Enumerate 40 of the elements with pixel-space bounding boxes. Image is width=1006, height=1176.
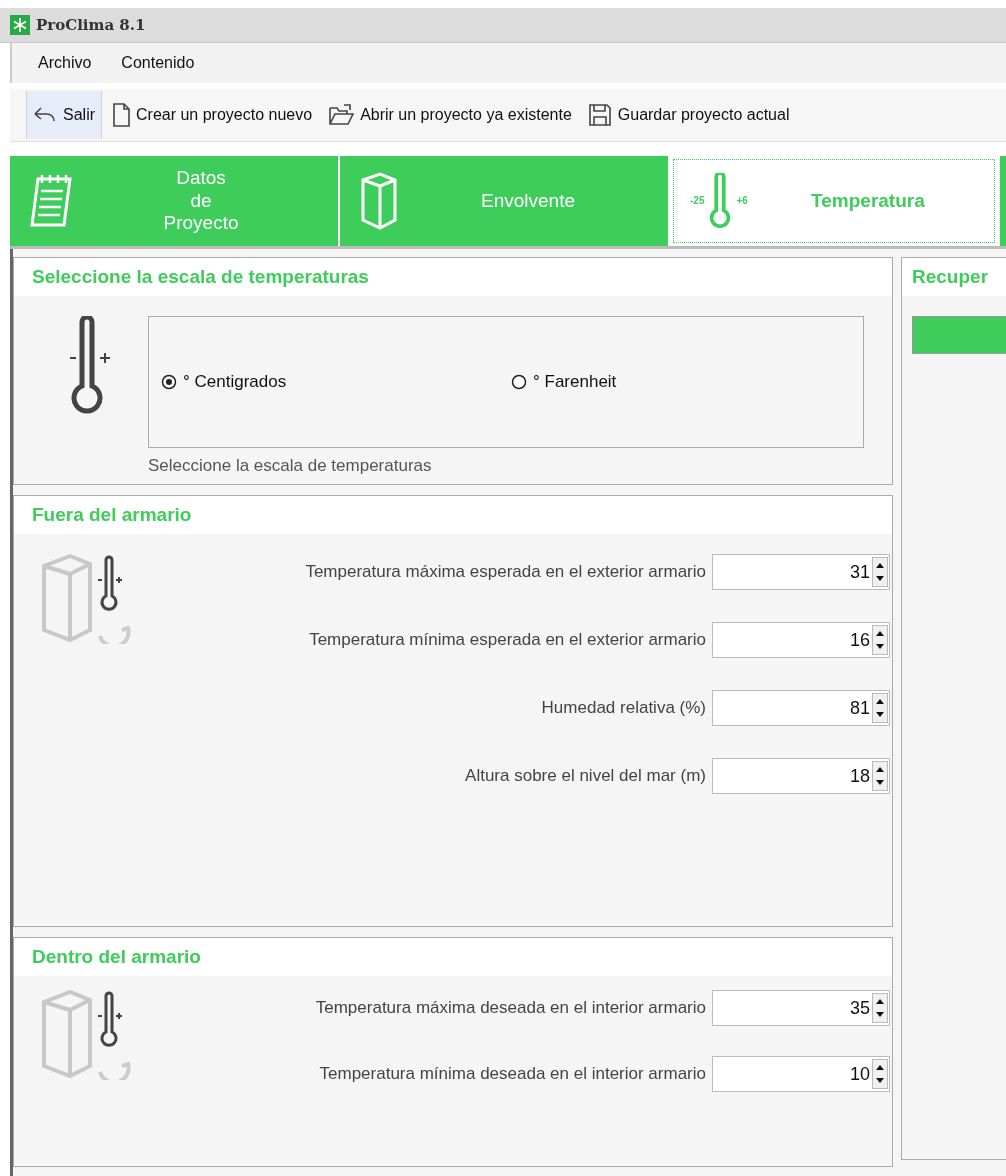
spin-arrows-icon[interactable] (872, 993, 888, 1023)
number-spin-field[interactable]: 10 (712, 1056, 890, 1092)
spin-arrows-icon[interactable] (872, 1059, 888, 1089)
toolbar-button[interactable]: Salir (26, 91, 102, 139)
radio-option[interactable]: ° Farenheit (511, 372, 861, 392)
menu-item[interactable]: Archivo (26, 50, 104, 76)
field-label: Temperatura máxima deseada en el interior armario (315, 998, 706, 1018)
field-label: Altura sobre el nivel del mar (m) (465, 766, 706, 786)
toolbar-button[interactable]: Abrir un proyecto ya existente (322, 91, 578, 139)
snowflake-icon (10, 15, 30, 35)
panel-title: Recuper (902, 258, 1006, 296)
cabinet-icon (360, 172, 398, 230)
panel-title: Seleccione la escala de temperaturas (14, 258, 892, 296)
toolbar-button[interactable]: Crear un proyecto nuevo (106, 91, 319, 139)
radio-button[interactable] (161, 374, 177, 390)
window-title: ProClima 8.1 (36, 16, 146, 34)
number-spin-field[interactable]: 18 (712, 758, 890, 794)
caption-text: Seleccione la escala de temperaturas (148, 456, 433, 476)
field-label: Temperatura máxima esperada en el exterior armario (305, 562, 706, 582)
return-arrow-icon (33, 106, 57, 124)
panel-title: Dentro del armario (14, 938, 892, 976)
menu-item[interactable]: Contenido (109, 50, 207, 76)
field-label: Temperatura mínima deseada en el interior armario (319, 1064, 706, 1084)
document-icon (112, 103, 130, 127)
spin-arrows-icon[interactable] (872, 761, 888, 791)
spin-arrows-icon[interactable] (872, 557, 888, 587)
number-spin-field[interactable]: 81 (712, 690, 890, 726)
spin-arrows-icon[interactable] (872, 625, 888, 655)
field-label: Temperatura mínima esperada en el exterior armario (309, 630, 706, 650)
number-spin-field[interactable]: 31 (712, 554, 890, 590)
number-spin-field[interactable]: 16 (712, 622, 890, 658)
radio-option[interactable]: ° Centigrados (161, 372, 511, 392)
toolbar-button[interactable]: Guardar proyecto actual (581, 91, 796, 139)
field-label: Humedad relativa (%) (541, 698, 706, 718)
spin-arrows-icon[interactable] (872, 693, 888, 723)
notepad-icon (30, 173, 74, 229)
radio-button[interactable] (511, 374, 527, 390)
number-spin-field[interactable]: 35 (712, 990, 890, 1026)
folder-icon (328, 104, 355, 126)
panel-title: Fuera del armario (14, 496, 892, 534)
